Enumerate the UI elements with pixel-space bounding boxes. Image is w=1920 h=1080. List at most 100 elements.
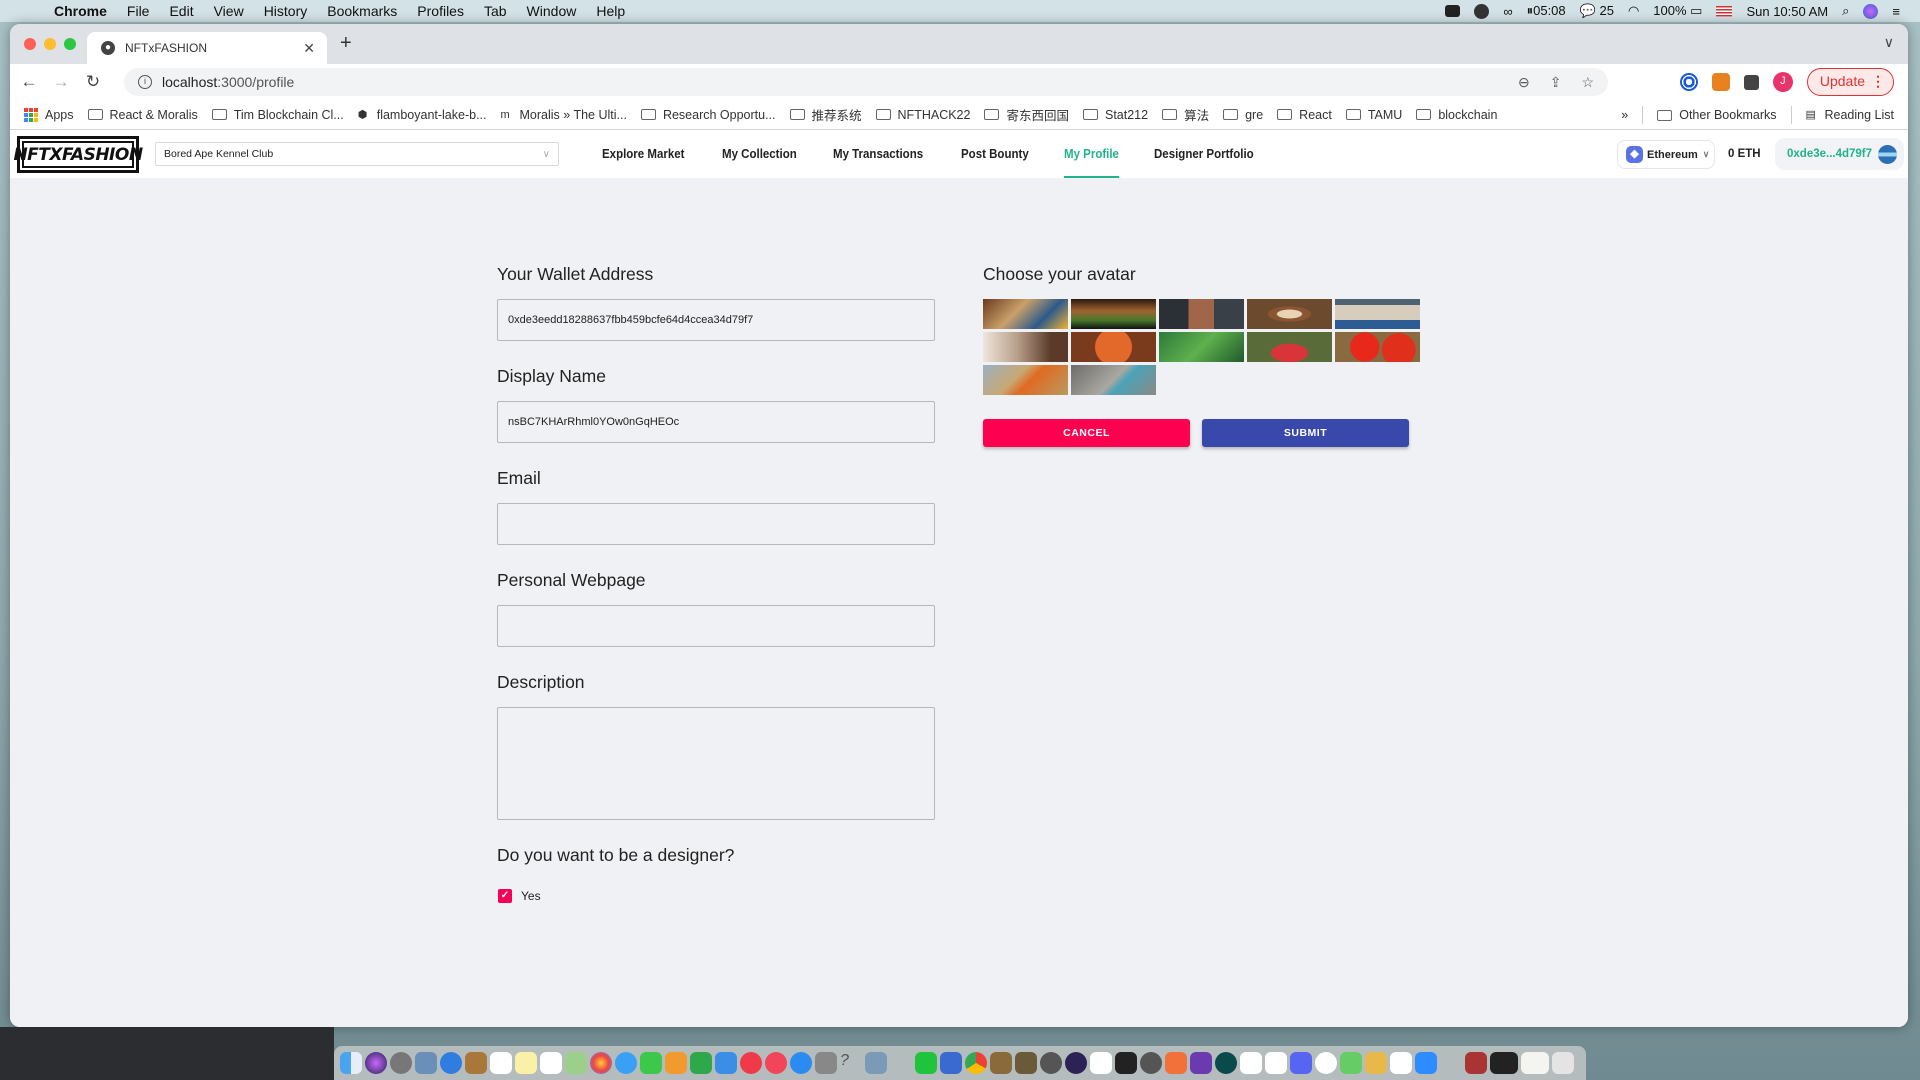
eclipse-icon[interactable] [1065,1052,1087,1074]
pages-icon[interactable] [665,1052,687,1074]
gitkraken-icon[interactable] [1215,1052,1237,1074]
siri-icon[interactable] [365,1052,387,1074]
color-picker-icon[interactable] [1040,1052,1062,1074]
control-center-icon[interactable]: ≡ [1892,4,1900,19]
music-icon[interactable] [765,1052,787,1074]
menu-tab[interactable]: Tab [484,3,507,19]
menu-bookmarks[interactable]: Bookmarks [327,3,397,19]
keychain-icon[interactable] [1440,1052,1462,1074]
avatar-option-pillows[interactable] [1335,299,1420,329]
avatar-option-mushroom[interactable] [1247,332,1332,362]
calendar-icon[interactable] [490,1052,512,1074]
reminders-icon[interactable] [540,1052,562,1074]
news-icon[interactable] [740,1052,762,1074]
bookmark-react[interactable]: React [1277,108,1332,122]
collection-select[interactable]: Bored Ape Kennel Club ∨ [155,142,559,166]
facetime-icon[interactable] [640,1052,662,1074]
cyberduck-icon[interactable] [990,1052,1012,1074]
image-capture-icon[interactable] [865,1052,887,1074]
submit-button[interactable]: SUBMIT [1202,419,1409,447]
avatar-option-bicycle[interactable] [1071,365,1156,395]
battery-status[interactable]: 100% ▭ [1653,3,1702,19]
app-store-icon[interactable] [790,1052,812,1074]
personal-webpage-field[interactable] [497,605,935,647]
forward-button[interactable]: → [48,72,74,92]
menu-history[interactable]: History [264,3,308,19]
messages-icon[interactable] [615,1052,637,1074]
metamask-fox-icon[interactable] [1711,73,1730,91]
reload-button[interactable]: ↻ [80,72,106,92]
avatar-option-tomatoes[interactable] [1335,332,1420,362]
bookmark-gre[interactable]: gre [1223,108,1263,122]
zoom-app-icon[interactable] [1445,5,1461,17]
avatar-option-speaker[interactable] [1159,299,1244,329]
nav-my-collection[interactable]: My Collection [722,130,797,178]
us-flag-icon[interactable] [1716,5,1733,17]
avatar-option-latte[interactable] [1247,299,1332,329]
avatar-option-basketball[interactable] [1071,332,1156,362]
keynote-icon[interactable] [715,1052,737,1074]
notebook-icon[interactable] [465,1052,487,1074]
unknown-app-icon[interactable] [890,1052,912,1074]
glasses-icon[interactable]: ∞ [1503,4,1512,19]
menu-profiles[interactable]: Profiles [417,3,464,19]
nav-designer-portfolio[interactable]: Designer Portfolio [1154,130,1254,178]
minimize-window-button[interactable] [44,38,56,50]
glasses-app-icon[interactable] [1015,1052,1037,1074]
coinbase-wallet-icon[interactable] [1315,1052,1337,1074]
discord-icon[interactable] [1290,1052,1312,1074]
reading-list[interactable]: ▤ Reading List [1806,108,1895,122]
iqiyi-icon[interactable] [915,1052,937,1074]
extensions-puzzle-icon[interactable] [1743,74,1759,90]
slack-icon[interactable] [1240,1052,1262,1074]
trash-icon[interactable] [1552,1052,1574,1074]
numbers-icon[interactable] [690,1052,712,1074]
preview-icon[interactable] [415,1052,437,1074]
description-textarea[interactable] [497,707,935,820]
imovie-icon[interactable] [940,1052,962,1074]
bookmark-recommender[interactable]: 推荐系统 [789,105,862,124]
close-window-button[interactable] [24,38,36,50]
chrome-icon[interactable] [965,1052,987,1074]
menu-file[interactable]: File [127,3,150,19]
bookmark-stat212[interactable]: Stat212 [1082,108,1148,122]
unknown-app-icon[interactable]: ? [840,1052,862,1074]
bookmark-tim-blockchain[interactable]: Tim Blockchain Cl... [211,108,344,122]
database-icon[interactable] [1365,1052,1387,1074]
new-tab-button[interactable]: + [340,32,352,55]
account-button[interactable]: 0xde3e...4d79f7 [1775,138,1904,170]
extension-target-icon[interactable] [1679,73,1698,91]
site-info-icon[interactable]: i [138,75,152,89]
zoom-icon[interactable] [1415,1052,1437,1074]
bookmark-tamu[interactable]: TAMU [1345,108,1402,122]
back-button[interactable]: ← [16,72,42,92]
launchpad-icon[interactable] [390,1052,412,1074]
designer-checkbox[interactable]: ✓ [498,889,512,903]
bookmark-moralis[interactable]: m Moralis » The Ulti... [501,108,627,122]
avatar-option-fern[interactable] [1159,332,1244,362]
notes-icon[interactable] [515,1052,537,1074]
document-thumbnail-icon[interactable] [1465,1052,1487,1074]
chain-selector[interactable]: ◆ Ethereum ∨ [1617,140,1715,169]
nftxfashion-logo[interactable]: NFTXFASHION [13,136,143,173]
menu-help[interactable]: Help [596,3,625,19]
shazam-icon[interactable] [1474,3,1490,19]
bookmark-research[interactable]: Research Opportu... [640,108,776,122]
other-bookmarks[interactable]: Other Bookmarks [1657,108,1777,122]
zoom-window-button[interactable] [64,38,76,50]
clock[interactable]: Sun 10:50 AM [1746,4,1828,19]
terminal-icon[interactable] [1115,1052,1137,1074]
address-bar[interactable]: i localhost:3000/profile ⊖ ⇪ ☆ [124,68,1608,96]
maps-icon[interactable] [565,1052,587,1074]
sequel-pro-icon[interactable] [1140,1052,1162,1074]
nav-my-transactions[interactable]: My Transactions [833,130,923,178]
designer-checkbox-label[interactable]: Yes [521,889,541,903]
bookmark-shipping[interactable]: 寄东西回国 [984,105,1069,124]
menu-app-name[interactable]: Chrome [54,3,107,19]
bookmark-react-moralis[interactable]: React & Moralis [87,108,198,122]
close-tab-icon[interactable]: ✕ [303,40,315,57]
profile-avatar[interactable]: J [1772,72,1793,92]
avatar-option-jar[interactable] [983,332,1068,362]
wifi-icon[interactable]: ◠ [1628,3,1639,19]
menu-edit[interactable]: Edit [169,3,193,19]
